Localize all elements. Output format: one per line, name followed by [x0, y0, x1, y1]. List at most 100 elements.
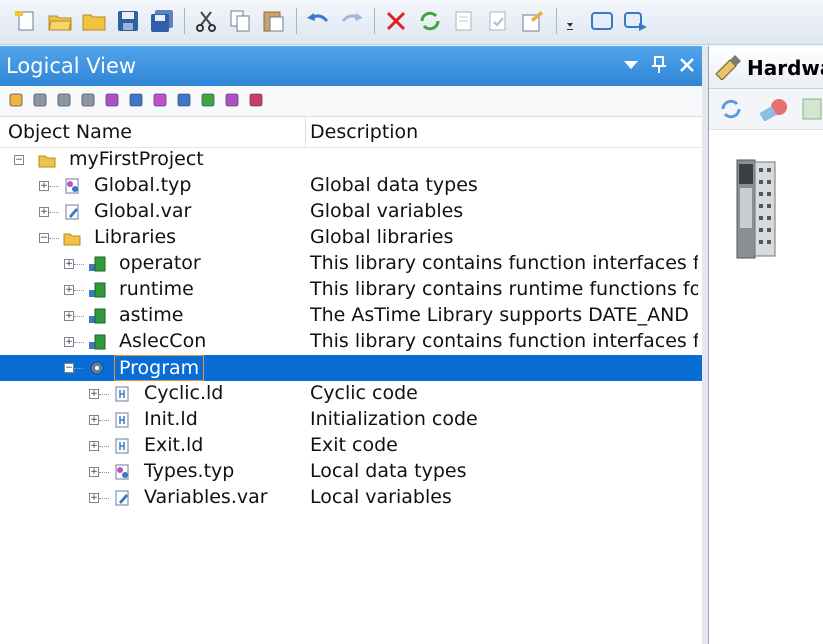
hardware-view-panel: Hardwa [708, 46, 823, 644]
tree-item-label[interactable]: runtime [119, 278, 194, 300]
expand-icon[interactable]: + [89, 441, 99, 451]
table-icon[interactable] [56, 92, 72, 108]
hardware-tab[interactable]: Hardwa [709, 46, 823, 89]
tree-item-label[interactable]: operator [119, 252, 201, 274]
tree-item-label[interactable]: AslecCon [119, 330, 206, 352]
tree-item-label[interactable]: myFirstProject [69, 148, 204, 170]
tree-item-description: This library contains runtime functions … [310, 278, 698, 300]
remove-icon[interactable] [248, 92, 264, 108]
tree-item-label[interactable]: astime [119, 304, 183, 326]
tree-item-label[interactable]: Global.typ [94, 174, 191, 196]
tree-row[interactable]: + AslecCon This library contains function … [0, 329, 702, 355]
tree-row[interactable]: − Program [0, 355, 702, 381]
cut-icon[interactable] [190, 6, 222, 36]
new-file-icon[interactable] [10, 6, 42, 36]
tree-item-label[interactable]: Types.typ [144, 460, 234, 482]
tree-item-label[interactable]: Cyclic.ld [144, 382, 223, 404]
types-icon [113, 463, 131, 481]
undo-icon[interactable] [302, 6, 334, 36]
tree-item-label[interactable]: Exit.ld [144, 434, 203, 456]
paste-icon[interactable] [258, 6, 290, 36]
collapse-icon[interactable]: − [64, 363, 74, 373]
expand-icon[interactable]: + [39, 207, 49, 217]
tree-connector [49, 186, 59, 187]
column-description[interactable]: Description [310, 121, 418, 143]
refresh-icon[interactable] [719, 97, 743, 125]
refresh-icon[interactable] [414, 6, 446, 36]
tree-row[interactable]: + Exit.ld Exit code [0, 433, 702, 459]
tree-connector [74, 368, 84, 369]
expand-icon[interactable]: + [64, 285, 74, 295]
tree-item-description: This library contains function interface… [310, 252, 698, 274]
panel-titlebar: Logical View [0, 46, 702, 86]
types-icon[interactable] [104, 92, 120, 108]
tree-item-label[interactable]: Variables.var [144, 486, 268, 508]
window-icon[interactable] [586, 6, 618, 36]
expand-icon[interactable]: + [89, 389, 99, 399]
tree-row[interactable]: + Global.var Global variables [0, 199, 702, 225]
expand-icon[interactable]: + [89, 467, 99, 477]
tree-row[interactable]: − myFirstProject [0, 147, 702, 173]
tree-row[interactable]: + Global.typ Global data types [0, 173, 702, 199]
library-icon [88, 281, 106, 299]
column-object-name[interactable]: Object Name [8, 121, 132, 143]
expand-icon[interactable]: + [39, 181, 49, 191]
collapse-icon[interactable]: − [14, 155, 24, 165]
save-all-icon[interactable] [146, 6, 178, 36]
properties-icon[interactable] [448, 6, 480, 36]
variables-icon[interactable] [128, 92, 144, 108]
check-icon[interactable] [482, 6, 514, 36]
tree-item-label[interactable]: Global.var [94, 200, 191, 222]
tree-item-label[interactable]: Program [114, 355, 205, 381]
tree-item-description: Exit code [310, 434, 398, 456]
library-icon[interactable] [152, 92, 168, 108]
pin-icon[interactable] [650, 55, 668, 75]
column-header: Object Name Description [0, 117, 702, 148]
expand-icon[interactable]: + [89, 493, 99, 503]
module-icon[interactable] [801, 97, 823, 125]
tree-row[interactable]: + Init.ld Initialization code [0, 407, 702, 433]
tree-item-description: Global variables [310, 200, 464, 222]
program-icon [88, 359, 106, 377]
collapse-icon[interactable]: − [39, 233, 49, 243]
tree-row[interactable]: + Types.typ Local data types [0, 459, 702, 485]
hardware-toolbar [709, 89, 823, 130]
header-icon[interactable] [80, 92, 96, 108]
tree-row[interactable]: + astime The AsTime Library supports DATE_… [0, 303, 702, 329]
expand-icon[interactable]: + [64, 259, 74, 269]
tree-row[interactable]: + runtime This library contains runtime fu… [0, 277, 702, 303]
tree-item-label[interactable]: Libraries [94, 226, 176, 248]
variables-icon [63, 203, 81, 221]
grid-icon[interactable] [32, 92, 48, 108]
open-folder-icon[interactable] [44, 6, 76, 36]
save-icon[interactable] [112, 6, 144, 36]
redo-icon[interactable] [336, 6, 368, 36]
expand-icon[interactable]: + [64, 311, 74, 321]
tree-connector [74, 290, 84, 291]
network-icon[interactable] [224, 92, 240, 108]
settings-icon[interactable] [516, 6, 548, 36]
column-divider[interactable] [305, 117, 306, 147]
program-icon[interactable] [200, 92, 216, 108]
next-window-icon[interactable] [620, 6, 652, 36]
expand-icon[interactable]: + [64, 337, 74, 347]
expand-icon[interactable]: + [89, 415, 99, 425]
close-icon[interactable] [678, 55, 696, 75]
toolbar-overflow-icon[interactable] [562, 6, 578, 36]
tree-row[interactable]: + operator This library contains function … [0, 251, 702, 277]
package-icon[interactable] [8, 92, 24, 108]
tree-connector [99, 446, 109, 447]
dropdown-arrow-icon[interactable] [622, 55, 640, 75]
edit-icon[interactable] [176, 92, 192, 108]
tree-row[interactable]: − Libraries Global libraries [0, 225, 702, 251]
library-icon [88, 255, 106, 273]
tree-row[interactable]: + Cyclic.ld Cyclic code [0, 381, 702, 407]
plc-module-icon[interactable] [735, 158, 777, 264]
copy-icon[interactable] [224, 6, 256, 36]
variables-icon [113, 489, 131, 507]
tree-item-label[interactable]: Init.ld [144, 408, 198, 430]
hardware-tool-icon[interactable] [759, 97, 789, 125]
folder-icon[interactable] [78, 6, 110, 36]
delete-icon[interactable] [380, 6, 412, 36]
tree-row[interactable]: + Variables.var Local variables [0, 485, 702, 511]
